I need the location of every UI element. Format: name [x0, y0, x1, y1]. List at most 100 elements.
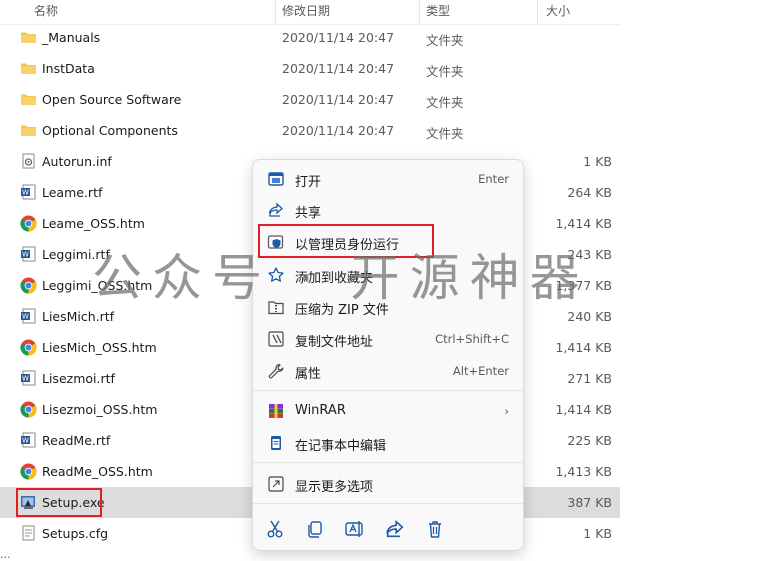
menu-item-copy-path[interactable]: 复制文件地址 Ctrl+Shift+C [259, 324, 517, 354]
menu-divider [253, 503, 523, 504]
highlight-box [16, 488, 102, 517]
admin-shield-icon [267, 233, 285, 251]
file-size: 1,413 KB [555, 464, 612, 479]
file-name: InstData [42, 61, 95, 76]
menu-item-more-options[interactable]: 显示更多选项 [259, 469, 517, 499]
column-size[interactable]: 大小 [546, 2, 570, 19]
folder-icon [20, 122, 37, 138]
file-size: 243 KB [567, 247, 612, 262]
cut-icon[interactable] [264, 518, 286, 540]
file-row[interactable]: _Manuals 2020/11/14 20:47 文件夹 [0, 22, 620, 53]
menu-item-shortcut: Ctrl+Shift+C [435, 332, 509, 346]
winrar-icon [267, 402, 285, 420]
share-icon[interactable] [384, 518, 406, 540]
file-size: 1,414 KB [555, 216, 612, 231]
menu-item-label: 在记事本中编辑 [295, 439, 387, 454]
menu-item-shortcut: Enter [478, 172, 509, 186]
chrome-icon [20, 401, 37, 418]
file-name: ReadMe.rtf [42, 433, 111, 448]
column-divider[interactable] [537, 0, 538, 24]
file-name: Setups.cfg [42, 526, 109, 541]
menu-item-label: WinRAR [295, 403, 346, 418]
more-options-icon [267, 475, 285, 493]
notepad-icon [267, 434, 285, 452]
file-name: ReadMe_OSS.htm [42, 464, 153, 479]
menu-item-notepad[interactable]: 在记事本中编辑 [259, 428, 517, 458]
svg-text:W: W [22, 437, 29, 445]
file-date: 2020/11/14 20:47 [282, 61, 395, 76]
copy-icon[interactable] [304, 518, 326, 540]
menu-item-zip[interactable]: 压缩为 ZIP 文件 [259, 292, 517, 322]
folder-icon [20, 91, 37, 107]
file-name: Lisezmoi.rtf [42, 371, 115, 386]
column-type[interactable]: 类型 [426, 2, 450, 19]
menu-item-admin-shield[interactable]: 以管理员身份运行 [259, 227, 517, 257]
menu-item-star[interactable]: 添加到收藏夹 [259, 260, 517, 290]
menu-item-wrench[interactable]: 属性 Alt+Enter [259, 356, 517, 386]
file-name: _Manuals [42, 30, 101, 45]
file-name: Autorun.inf [42, 154, 112, 169]
svg-text:W: W [22, 313, 29, 321]
file-name: Leggimi.rtf [42, 247, 110, 262]
menu-item-winrar[interactable]: WinRAR › [259, 396, 517, 426]
settings-file-icon [20, 153, 37, 169]
menu-item-share[interactable]: 共享 [259, 195, 517, 225]
file-type: 文件夹 [426, 95, 464, 110]
file-row[interactable]: Optional Components 2020/11/14 20:47 文件夹 [0, 115, 620, 146]
column-date[interactable]: 修改日期 [282, 2, 330, 19]
star-icon [267, 266, 285, 284]
menu-item-label: 压缩为 ZIP 文件 [295, 303, 389, 318]
menu-item-open[interactable]: 打开 Enter [259, 164, 517, 194]
file-size: 264 KB [567, 185, 612, 200]
chrome-icon [20, 215, 37, 232]
folder-icon [20, 60, 37, 76]
file-name: Leame_OSS.htm [42, 216, 145, 231]
menu-item-label: 属性 [295, 367, 322, 382]
file-name: Optional Components [42, 123, 178, 138]
file-size: 1,377 KB [555, 278, 612, 293]
menu-item-label: 以管理员身份运行 [295, 238, 400, 253]
file-date: 2020/11/14 20:47 [282, 30, 395, 45]
menu-item-label: 打开 [295, 175, 322, 190]
file-row[interactable]: InstData 2020/11/14 20:47 文件夹 [0, 53, 620, 84]
file-size: 1 KB [583, 526, 612, 541]
file-type: 文件夹 [426, 126, 464, 141]
file-type: 文件夹 [426, 33, 464, 48]
word-document-icon: W [20, 370, 37, 386]
copy-path-icon [267, 330, 285, 348]
zip-icon [267, 298, 285, 316]
menu-item-label: 添加到收藏夹 [295, 271, 374, 286]
delete-icon[interactable] [424, 518, 446, 540]
file-date: 2020/11/14 20:47 [282, 123, 395, 138]
file-size: 387 KB [567, 495, 612, 510]
column-name[interactable]: 名称 [34, 2, 58, 19]
file-name: Leame.rtf [42, 185, 103, 200]
column-divider[interactable] [419, 0, 420, 24]
chrome-icon [20, 463, 37, 480]
file-name: Lisezmoi_OSS.htm [42, 402, 158, 417]
chrome-icon [20, 339, 37, 356]
menu-divider [253, 390, 523, 391]
file-size: 1 KB [583, 154, 612, 169]
wrench-icon [267, 362, 285, 380]
file-size: 271 KB [567, 371, 612, 386]
menu-item-label: 复制文件地址 [295, 335, 374, 350]
context-menu: 打开 Enter 共享以管理员身份运行 添加到收藏夹 压缩为 ZIP 文件 复制文件地址 C… [252, 159, 524, 551]
folder-icon [20, 29, 37, 45]
column-divider[interactable] [275, 0, 276, 24]
file-row[interactable]: Open Source Software 2020/11/14 20:47 文件夹 [0, 84, 620, 115]
menu-item-shortcut: › [504, 404, 509, 418]
word-document-icon: W [20, 246, 37, 262]
file-name: LiesMich_OSS.htm [42, 340, 157, 355]
menu-item-shortcut: Alt+Enter [452, 364, 509, 378]
menu-divider [253, 462, 523, 463]
file-type: 文件夹 [426, 64, 464, 79]
svg-text:W: W [22, 189, 29, 197]
cfg-file-icon [20, 525, 37, 541]
file-name: Open Source Software [42, 92, 182, 107]
file-date: 2020/11/14 20:47 [282, 92, 395, 107]
file-size: 1,414 KB [555, 402, 612, 417]
rename-icon[interactable] [343, 518, 365, 540]
file-size: 225 KB [567, 433, 612, 448]
word-document-icon: W [20, 308, 37, 324]
